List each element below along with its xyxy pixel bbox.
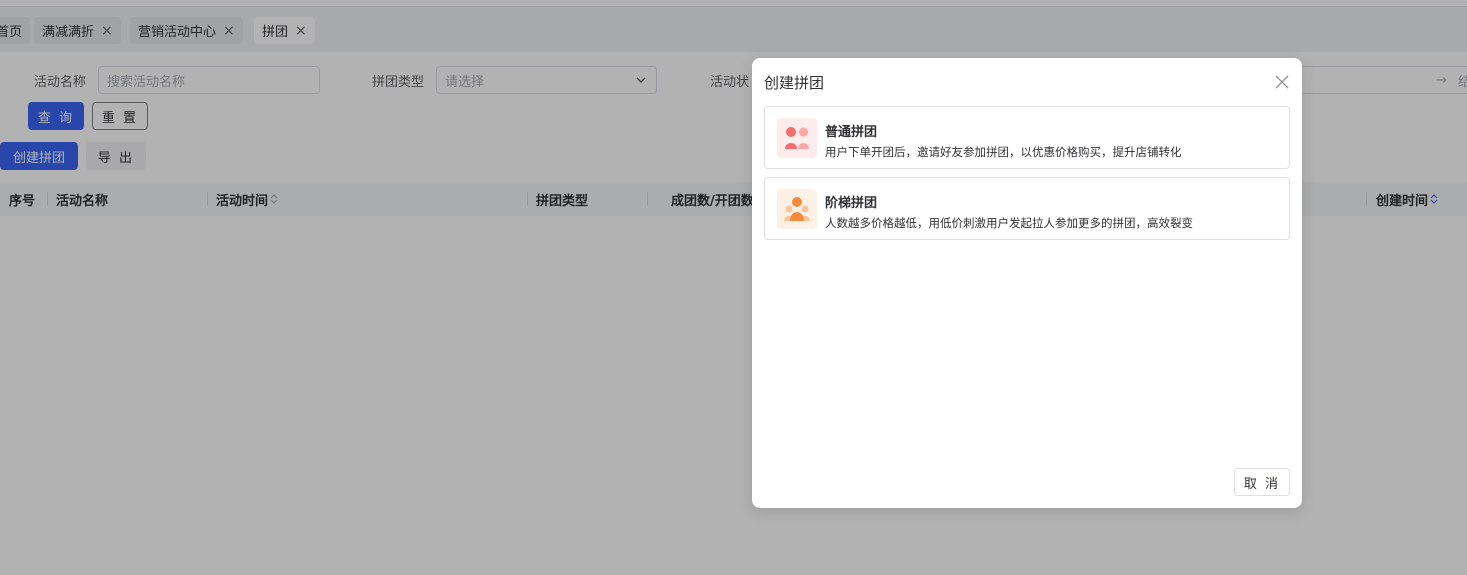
dialog-title: 创建拼团 [764, 74, 825, 92]
option-ladder-title: 阶梯拼团 [825, 196, 878, 211]
close-icon[interactable] [1274, 74, 1290, 90]
group-buying-page: 首页 满减满折 × 营销活动中心 × 拼团 × 活动名称 搜索活动名称 拼团类型… [0, 0, 1467, 575]
cancel-button[interactable]: 取 消 [1234, 468, 1290, 496]
option-ladder-group[interactable]: 阶梯拼团 人数越多价格越低，用低价刺激用户发起拉人参加更多的拼团，高效裂变 [764, 177, 1290, 240]
option-normal-desc: 用户下单开团后，邀请好友参加拼团，以优惠价格购买，提升店铺转化 [825, 145, 1182, 159]
option-ladder-desc: 人数越多价格越低，用低价刺激用户发起拉人参加更多的拼团，高效裂变 [825, 216, 1193, 230]
group-icon [777, 118, 817, 158]
create-group-dialog: 创建拼团 普通拼团 用户下单开团后，邀请好友参加拼团，以优惠价格购买，提升店铺转… [752, 58, 1302, 508]
option-normal-group[interactable]: 普通拼团 用户下单开团后，邀请好友参加拼团，以优惠价格购买，提升店铺转化 [764, 106, 1290, 169]
option-normal-title: 普通拼团 [825, 125, 878, 140]
ladder-group-icon [777, 189, 817, 229]
